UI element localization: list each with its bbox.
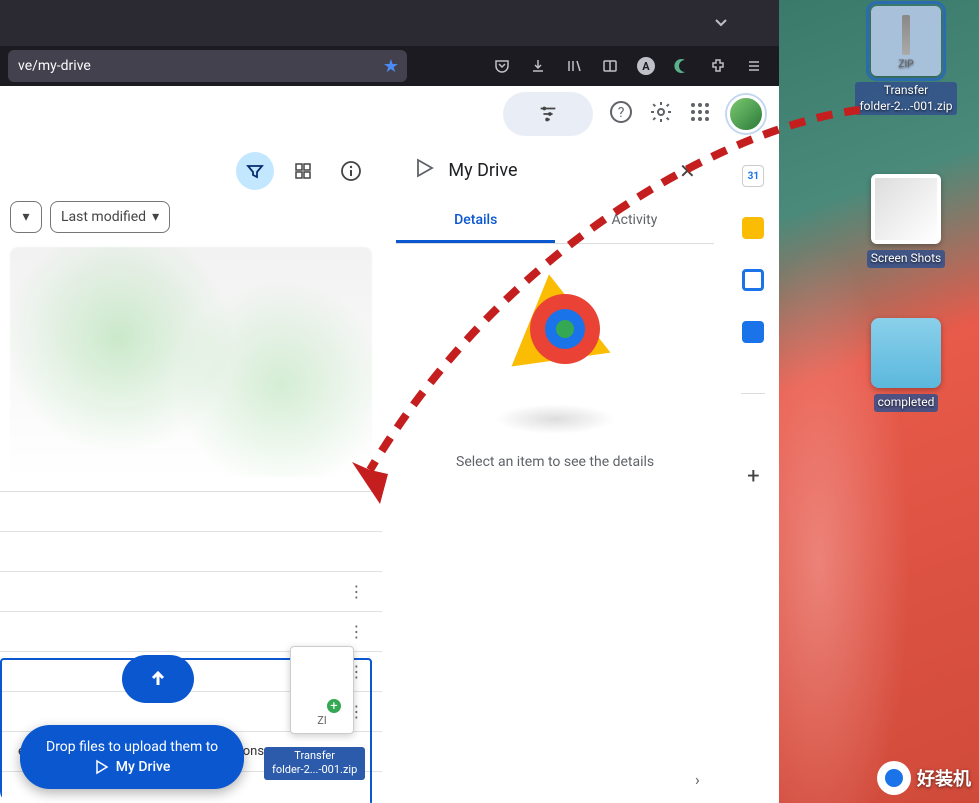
desktop-screenshots-folder[interactable]: Screen Shots [851,174,961,268]
file-ext: ZIP [898,59,913,70]
moon-icon[interactable] [673,57,691,75]
more-icon[interactable]: ⋮ [348,622,364,641]
desktop-background: ZIP Transferfolder-2...-001.zip Screen S… [779,0,979,803]
url-text: ve/my-drive [18,58,91,74]
grid-view-icon[interactable] [284,152,322,190]
side-panel: + [728,141,779,803]
divider [741,393,765,394]
upload-line2: My Drive [116,759,171,775]
logo-shadow [495,404,615,434]
a-badge-icon[interactable]: A [637,57,655,75]
filter-button[interactable] [236,152,274,190]
watermark-text: 好装机 [917,765,971,791]
empty-message: Select an item to see the details [456,454,654,470]
apps-grid-icon[interactable] [689,101,711,127]
download-icon[interactable] [529,57,547,75]
drive-header: ? [0,86,779,141]
tab-details[interactable]: Details [396,200,555,243]
pocket-icon[interactable] [493,57,511,75]
details-title: My Drive [448,160,517,181]
contacts-icon[interactable] [742,321,764,343]
dragged-file-icon[interactable]: ZI + [290,646,354,734]
bookmark-star-icon[interactable]: ★ [383,56,399,77]
reader-icon[interactable] [601,57,619,75]
more-icon[interactable]: ⋮ [348,582,364,601]
browser-toolbar: ve/my-drive ★ A [0,46,779,86]
menu-icon[interactable] [745,57,763,75]
chip-label: Last modified [61,209,146,225]
desktop-completed-folder[interactable]: completed [851,318,961,412]
extension-icon[interactable] [709,57,727,75]
watermark-icon [877,761,911,795]
desktop-zip-file[interactable]: ZIP Transferfolder-2...-001.zip [851,6,961,115]
watermark: 好装机 [877,761,971,795]
url-input[interactable]: ve/my-drive ★ [8,50,407,82]
drive-logo-icon [495,264,615,384]
folder-label: Screen Shots [867,250,945,268]
drive-icon [414,157,436,184]
plus-badge-icon: + [325,697,343,715]
settings-gear-icon[interactable] [649,100,673,128]
filter-chip-dropdown[interactable]: ▾ [10,201,42,233]
help-icon[interactable]: ? [609,100,633,128]
tab-activity[interactable]: Activity [555,200,714,243]
calendar-icon[interactable] [742,165,764,187]
folder-label: completed [874,394,939,412]
file-ext: ZI [317,714,327,727]
browser-tab-bar [0,0,779,46]
tasks-icon[interactable] [742,269,764,291]
svg-text:?: ? [618,105,625,121]
details-tabs: Details Activity [396,200,713,244]
last-modified-chip[interactable]: Last modified ▾ [50,201,170,233]
keep-icon[interactable] [742,217,764,239]
chevron-right-icon[interactable]: › [695,770,700,789]
chevron-down-icon: ▾ [152,209,159,225]
advanced-search-button[interactable] [503,92,593,136]
info-icon[interactable] [332,152,370,190]
table-row[interactable] [0,532,382,572]
details-panel: My Drive ✕ Details Activity Select an it… [396,141,713,803]
tabs-dropdown-icon[interactable] [711,12,731,36]
upload-cloud-icon [122,655,194,703]
table-row[interactable] [0,492,382,532]
library-icon[interactable] [565,57,583,75]
close-icon[interactable]: ✕ [679,159,696,183]
file-preview-thumbnail[interactable] [10,247,372,477]
dragged-file-label: Transfer folder-2...-001.zip [264,747,365,780]
account-avatar[interactable] [727,95,765,133]
table-row[interactable]: ⋮ [0,572,382,612]
add-icon[interactable]: + [747,464,759,489]
upload-tooltip: Drop files to upload them to My Drive [20,725,244,789]
upload-line1: Drop files to upload them to [46,739,218,755]
